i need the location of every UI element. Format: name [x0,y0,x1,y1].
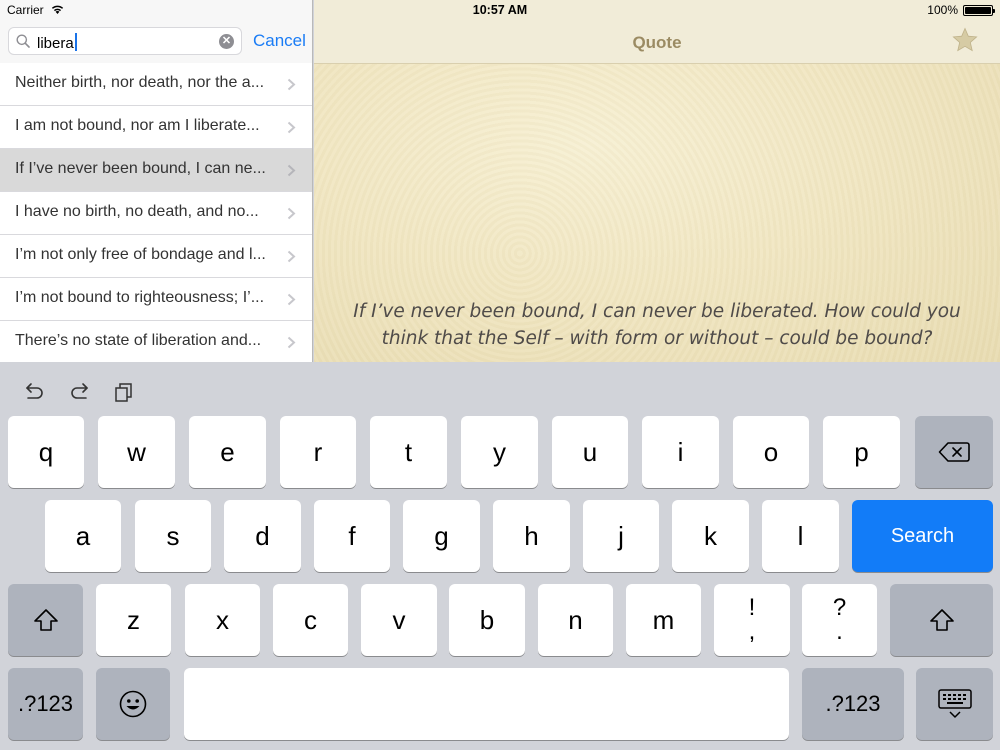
result-list: Neither birth, nor death, nor the a... I… [0,63,312,364]
page-title: Quote [632,33,682,52]
undo-icon[interactable] [22,380,46,404]
shift-key-left[interactable] [8,584,83,656]
clear-icon[interactable]: ✕ [219,34,234,49]
key-comma: , [748,618,756,645]
search-icon [16,34,30,48]
chevron-right-icon [287,336,296,349]
chevron-right-icon [287,164,296,177]
list-item-text: I am not bound, nor am I liberate... [15,117,260,134]
key-n[interactable]: n [538,584,613,656]
key-question: ? [832,594,847,621]
emoji-key[interactable] [96,668,170,740]
key-o[interactable]: o [733,416,809,488]
list-item-text: If I’ve never been bound, I can ne... [15,160,266,177]
key-q[interactable]: q [8,416,84,488]
text-caret [74,33,77,51]
detail-pane: Quote If I’ve never been bound, I can ne… [314,0,1000,362]
list-item[interactable]: Neither birth, nor death, nor the a... [0,63,312,106]
key-y[interactable]: y [461,416,538,488]
shift-key-right[interactable] [890,584,993,656]
chevron-right-icon [287,207,296,220]
key-h[interactable]: h [493,500,570,572]
list-item-selected[interactable]: If I’ve never been bound, I can ne... [0,149,312,192]
key-r[interactable]: r [280,416,356,488]
list-item-text: Neither birth, nor death, nor the a... [15,74,265,91]
key-u[interactable]: u [552,416,628,488]
search-query-text: libera [37,33,77,52]
quote-text: If I’ve never been bound, I can never be… [353,301,961,349]
keyboard: q w e r t y u i o p a s d f g h j k l Se… [0,362,1000,750]
key-l[interactable]: l [762,500,839,572]
key-v[interactable]: v [361,584,437,656]
list-item-text: I’m not bound to righteousness; I’... [15,289,265,306]
key-a[interactable]: a [45,500,121,572]
key-exclamation: ! [748,594,756,621]
shift-icon [929,609,954,631]
numbers-key-left[interactable]: .?123 [8,668,83,740]
key-d[interactable]: d [224,500,301,572]
key-c[interactable]: c [273,584,348,656]
key-p[interactable]: p [823,416,900,488]
star-icon[interactable] [952,27,978,53]
emoji-icon [119,690,147,718]
chevron-right-icon [287,293,296,306]
search-query-value: libera [37,35,74,52]
key-j[interactable]: j [583,500,659,572]
list-item[interactable]: I’m not only free of bondage and l... [0,235,312,278]
chevron-right-icon [287,121,296,134]
key-s[interactable]: s [135,500,211,572]
cancel-button[interactable]: Cancel [253,31,306,51]
hide-keyboard-key[interactable] [916,668,993,740]
master-pane: libera ✕ Cancel Neither birth, nor death… [0,0,313,364]
key-g[interactable]: g [403,500,480,572]
list-item-text: I have no birth, no death, and no... [15,203,259,220]
numbers-key-right[interactable]: .?123 [802,668,904,740]
search-input[interactable]: libera ✕ [8,27,242,55]
key-t[interactable]: t [370,416,447,488]
key-question-period[interactable]: ?. [802,584,877,656]
key-i[interactable]: i [642,416,719,488]
shift-icon [33,609,58,631]
paste-icon[interactable] [113,380,137,404]
battery-icon [963,5,995,16]
key-z[interactable]: z [96,584,171,656]
key-f[interactable]: f [314,500,390,572]
list-item[interactable]: There’s no state of liberation and... [0,321,312,364]
key-e[interactable]: e [189,416,266,488]
list-item-text: I’m not only free of bondage and l... [15,246,266,263]
list-item[interactable]: I have no birth, no death, and no... [0,192,312,235]
key-period: . [836,618,843,645]
search-key[interactable]: Search [852,500,993,572]
key-x[interactable]: x [185,584,260,656]
list-item[interactable]: I’m not bound to righteousness; I’... [0,278,312,321]
battery-percent: 100% [927,3,958,17]
key-b[interactable]: b [449,584,525,656]
list-item-text: There’s no state of liberation and... [15,332,262,349]
status-time: 10:57 AM [472,3,528,17]
redo-icon[interactable] [68,380,92,404]
key-exclamation-comma[interactable]: !, [714,584,790,656]
keyboard-dismiss-icon [937,689,972,718]
backspace-icon [938,442,970,462]
chevron-right-icon [287,250,296,263]
space-key[interactable] [184,668,789,740]
chevron-right-icon [287,78,296,91]
backspace-key[interactable] [915,416,993,488]
status-bar: Carrier 10:57 AM 100% [0,0,1000,20]
list-item[interactable]: I am not bound, nor am I liberate... [0,106,312,149]
key-k[interactable]: k [672,500,749,572]
key-m[interactable]: m [626,584,701,656]
key-w[interactable]: w [98,416,175,488]
